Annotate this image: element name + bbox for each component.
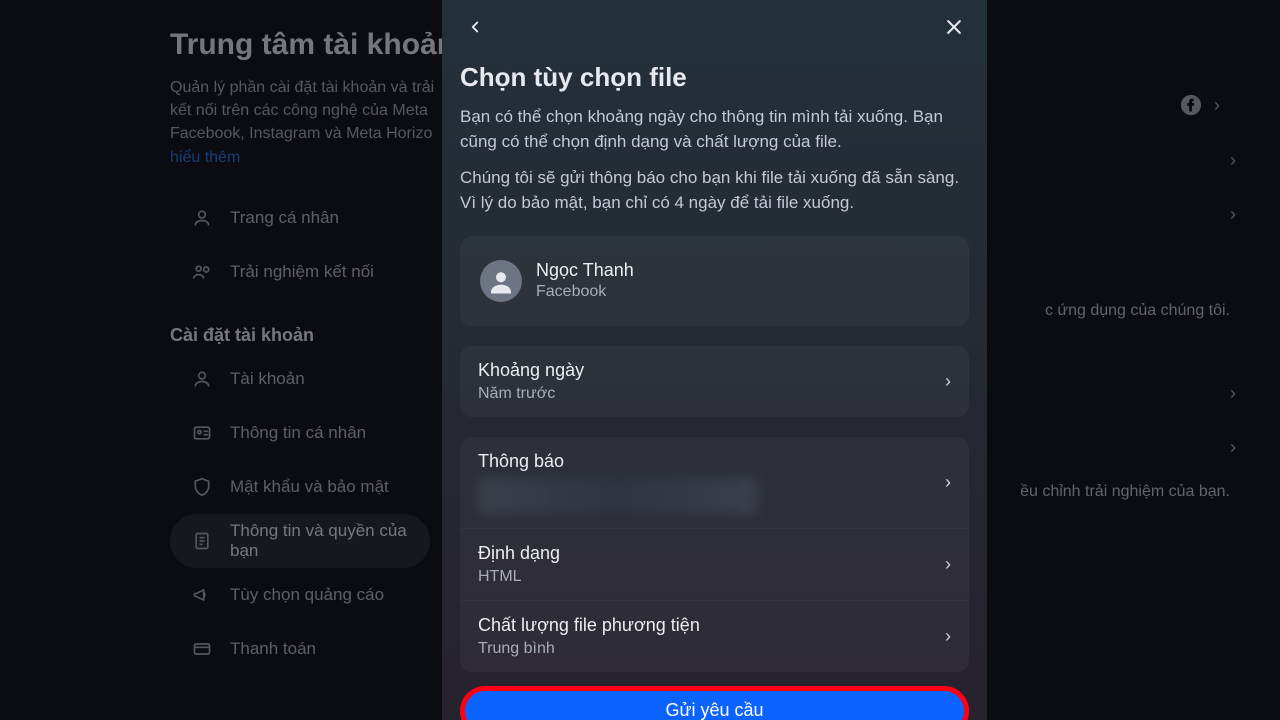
profile-card: Ngọc Thanh Facebook: [460, 236, 969, 326]
options-group: Thông báo › Định dạng HTML › Chất lượng …: [460, 437, 969, 672]
sidebar-item-your-info[interactable]: Thông tin và quyền của bạn: [170, 514, 430, 568]
chevron-right-icon: ›: [945, 626, 951, 647]
chevron-right-icon: ›: [1230, 383, 1236, 404]
option-value: Trung bình: [478, 640, 700, 658]
option-label: Khoảng ngày: [478, 360, 584, 381]
close-button[interactable]: [939, 12, 969, 42]
modal-description-2: Chúng tôi sẽ gửi thông báo cho bạn khi f…: [460, 166, 965, 215]
chevron-left-icon: [466, 18, 484, 36]
credit-card-icon: [192, 639, 212, 659]
submit-request-button[interactable]: Gửi yêu cầu: [460, 688, 969, 720]
people-icon: [192, 262, 212, 282]
sidebar-item-password-security[interactable]: Mật khẩu và bảo mật: [170, 460, 430, 514]
person-icon: [486, 266, 516, 296]
redacted-content: [478, 478, 758, 514]
date-range-option: Khoảng ngày Năm trước ›: [460, 346, 969, 417]
chevron-right-icon: ›: [945, 554, 951, 575]
format-row[interactable]: Định dạng HTML ›: [460, 528, 969, 600]
truncated-text: ều chỉnh trải nghiệm của bạn.: [1020, 483, 1230, 501]
profile-name: Ngọc Thanh: [536, 260, 634, 281]
option-label: Thông báo: [478, 451, 758, 472]
sidebar-item-payments[interactable]: Thanh toán: [170, 622, 430, 676]
close-icon: [944, 17, 964, 37]
document-icon: [192, 531, 212, 551]
option-value: Năm trước: [478, 385, 584, 403]
sidebar-item-ad-preferences[interactable]: Tùy chọn quảng cáo: [170, 568, 430, 622]
chevron-right-icon: ›: [945, 472, 951, 493]
id-card-icon: [192, 423, 212, 443]
avatar: [480, 260, 522, 302]
facebook-logo-icon: ›: [1180, 94, 1220, 116]
shield-icon: [192, 477, 212, 497]
sidebar-item-accounts[interactable]: Tài khoản: [170, 352, 430, 406]
file-options-modal: Chọn tùy chọn file Bạn có thể chọn khoản…: [442, 0, 987, 720]
modal-title: Chọn tùy chọn file: [460, 62, 969, 93]
chevron-right-icon: ›: [1214, 95, 1220, 116]
sidebar-item-connected[interactable]: Trải nghiệm kết nối: [170, 245, 430, 299]
option-label: Chất lượng file phương tiện: [478, 615, 700, 636]
notify-row[interactable]: Thông báo ›: [460, 437, 969, 528]
chevron-right-icon: ›: [945, 371, 951, 392]
sidebar-item-personal-info[interactable]: Thông tin cá nhân: [170, 406, 430, 460]
chevron-right-icon: ›: [1230, 204, 1236, 225]
sidebar-item-profile[interactable]: Trang cá nhân: [170, 191, 430, 245]
accounts-icon: [192, 369, 212, 389]
back-button[interactable]: [460, 12, 490, 42]
person-icon: [192, 208, 212, 228]
chevron-right-icon: ›: [1230, 437, 1236, 458]
chevron-right-icon: ›: [1230, 150, 1236, 171]
option-label: Định dạng: [478, 543, 560, 564]
modal-description-1: Bạn có thể chọn khoảng ngày cho thông ti…: [460, 105, 965, 154]
learn-more-link[interactable]: hiểu thêm: [170, 149, 240, 166]
truncated-text: c ứng dụng của chúng tôi.: [1045, 302, 1230, 320]
media-quality-row[interactable]: Chất lượng file phương tiện Trung bình ›: [460, 600, 969, 672]
date-range-row[interactable]: Khoảng ngày Năm trước ›: [460, 346, 969, 417]
megaphone-icon: [192, 585, 212, 605]
option-value: HTML: [478, 568, 560, 586]
profile-platform: Facebook: [536, 283, 634, 301]
